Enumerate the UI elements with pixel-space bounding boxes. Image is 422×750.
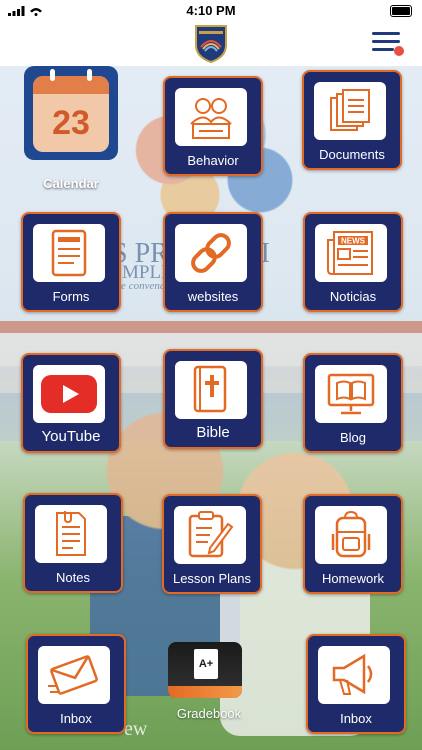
forms-icon xyxy=(51,229,87,277)
news-icon: NEWS xyxy=(327,231,373,275)
calendar-day: 23 xyxy=(52,104,90,142)
calendar-icon: 23 xyxy=(33,76,109,152)
tile-label: YouTube xyxy=(41,428,101,445)
tile-youtube[interactable]: YouTube xyxy=(21,353,121,453)
gradebook-button[interactable]: A+ xyxy=(168,642,242,698)
backpack-icon xyxy=(331,510,371,558)
megaphone-icon xyxy=(332,653,373,695)
tile-label: Notes xyxy=(56,570,90,585)
tile-label: Blog xyxy=(339,430,367,445)
svg-text:NEWS: NEWS xyxy=(341,237,366,246)
documents-icon xyxy=(330,89,370,131)
battery-icon xyxy=(390,5,412,17)
calendar-label: Calendar xyxy=(43,176,99,191)
tile-label: Noticias xyxy=(329,289,377,304)
behavior-icon xyxy=(190,98,232,139)
notes-icon xyxy=(56,511,86,556)
app-header xyxy=(0,20,422,66)
status-time: 4:10 PM xyxy=(186,3,236,18)
tile-behavior[interactable]: Behavior xyxy=(163,76,263,176)
gradebook-icon: A+ xyxy=(194,649,218,679)
menu-button[interactable] xyxy=(372,30,404,56)
tile-homework[interactable]: Homework xyxy=(303,494,403,594)
blog-icon xyxy=(327,373,375,415)
tile-lesson-plans[interactable]: Lesson Plans xyxy=(162,494,262,594)
tile-label: Inbox xyxy=(340,711,372,726)
tile-label: Behavior xyxy=(187,153,239,168)
calendar-button[interactable]: 23 xyxy=(24,66,118,160)
lesson-plans-icon xyxy=(188,511,234,558)
tile-bible[interactable]: Bible xyxy=(163,349,263,449)
status-bar: 4:10 PM xyxy=(0,0,422,20)
tile-label: Lesson Plans xyxy=(172,571,252,586)
tile-label: websites xyxy=(187,289,239,304)
tile-label: Homework xyxy=(321,571,385,586)
tile-label: Bible xyxy=(196,424,230,441)
tile-websites[interactable]: websites xyxy=(163,212,263,312)
bible-icon xyxy=(193,365,227,413)
tile-label: Inbox xyxy=(60,711,92,726)
tile-forms[interactable]: Forms xyxy=(21,212,121,312)
tile-label: Documents xyxy=(319,147,385,162)
link-icon xyxy=(191,233,231,273)
tile-inbox-right[interactable]: Inbox xyxy=(306,634,406,734)
school-crest-logo xyxy=(195,25,227,63)
tile-noticias[interactable]: NEWS Noticias xyxy=(303,212,403,312)
tile-documents[interactable]: Documents xyxy=(302,70,402,170)
gradebook-badge: A+ xyxy=(199,658,213,670)
youtube-icon xyxy=(41,375,97,413)
tile-blog[interactable]: Blog xyxy=(303,353,403,453)
tile-notes[interactable]: Notes xyxy=(23,493,123,593)
notification-dot xyxy=(394,46,404,56)
mail-icon xyxy=(48,655,98,695)
tile-inbox-left[interactable]: Inbox xyxy=(26,634,126,734)
menu-icon xyxy=(372,32,400,35)
gradebook-label: Gradebook xyxy=(176,706,242,721)
tile-label: Forms xyxy=(52,289,90,304)
footer-text: ew xyxy=(124,718,148,740)
